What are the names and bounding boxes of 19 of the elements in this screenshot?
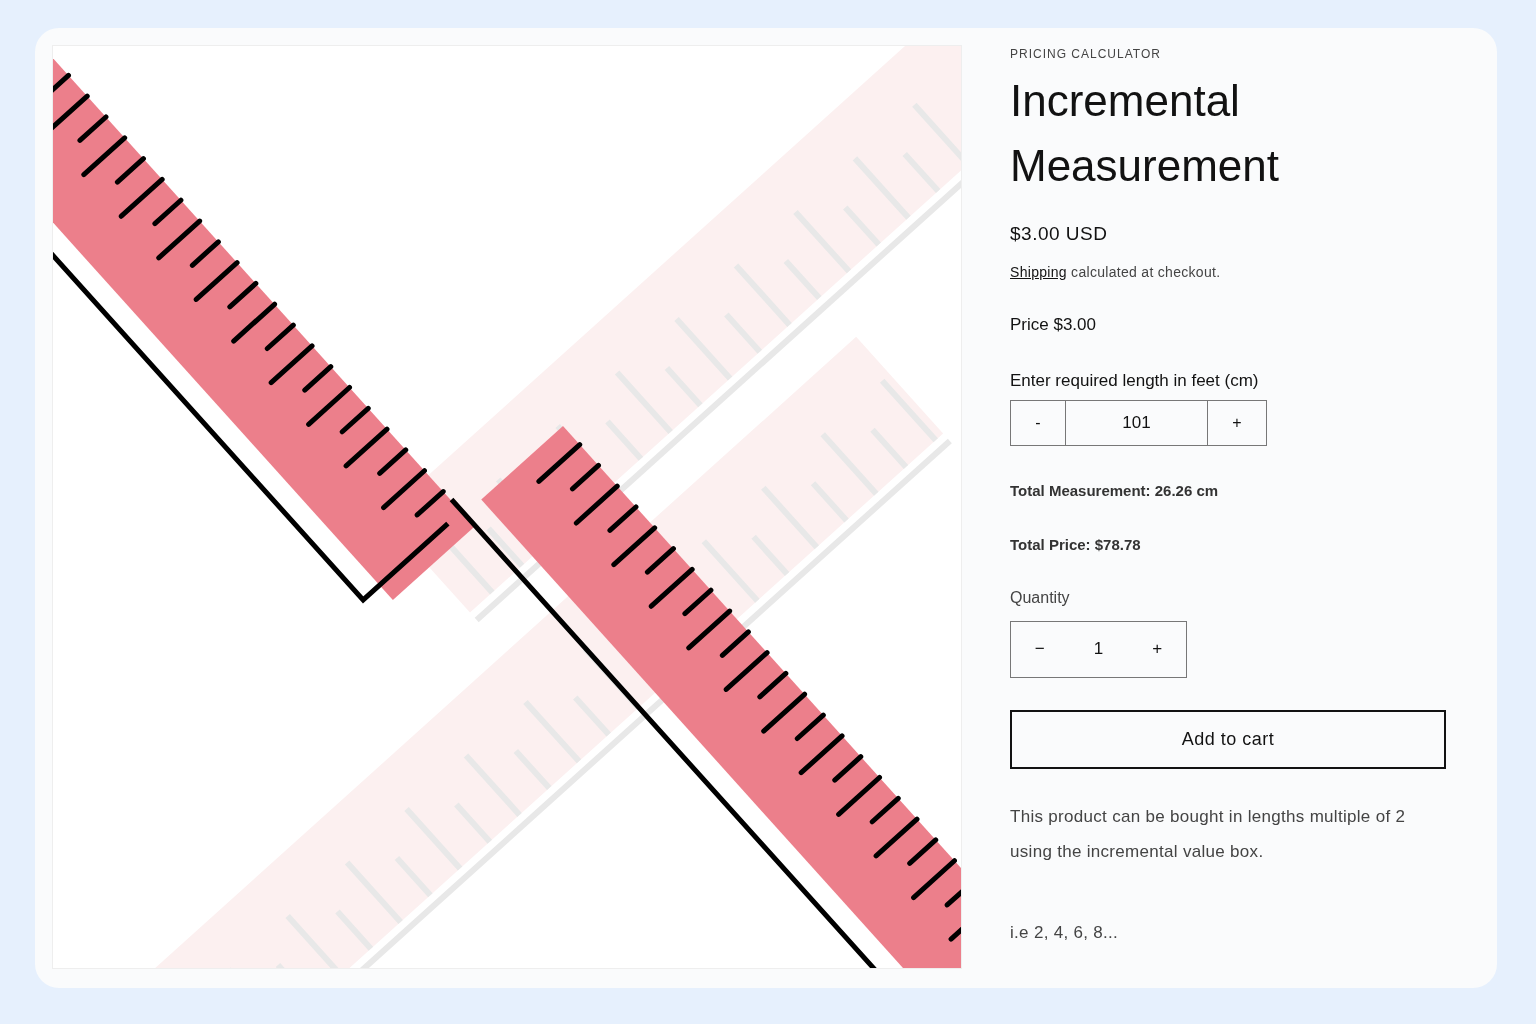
- product-price: $3.00 USD: [1010, 222, 1108, 246]
- shipping-note: Shipping calculated at checkout.: [1010, 262, 1221, 282]
- product-description: i.e 2, 4, 6, 8...: [1010, 921, 1119, 944]
- shipping-link[interactable]: Shipping: [1010, 263, 1067, 280]
- length-field[interactable]: 101: [1066, 399, 1207, 446]
- increment-button[interactable]: +: [1207, 399, 1267, 446]
- decrement-button[interactable]: −: [1011, 621, 1069, 677]
- increment-button[interactable]: +: [1128, 621, 1186, 677]
- add-to-cart-button[interactable]: Add to cart: [1010, 709, 1446, 769]
- length-label: Enter required length in feet (cm): [1010, 370, 1259, 392]
- decrement-button[interactable]: -: [1010, 399, 1066, 446]
- product-description: This product can be bought in lengths multiple of 2 using the incremental value box.: [1010, 805, 1407, 863]
- product-title: Incremental Measurement: [1010, 75, 1280, 192]
- quantity-field[interactable]: 1: [1068, 621, 1129, 677]
- eyebrow-label: PRICING CALCULATOR: [1010, 46, 1161, 63]
- unit-price: Price $3.00: [1010, 313, 1096, 336]
- total-measurement: Total Measurement: 26.26 cm: [1010, 480, 1219, 501]
- total-price: Total Price: $78.78: [1010, 535, 1141, 555]
- quantity-label: Quantity: [1010, 587, 1070, 608]
